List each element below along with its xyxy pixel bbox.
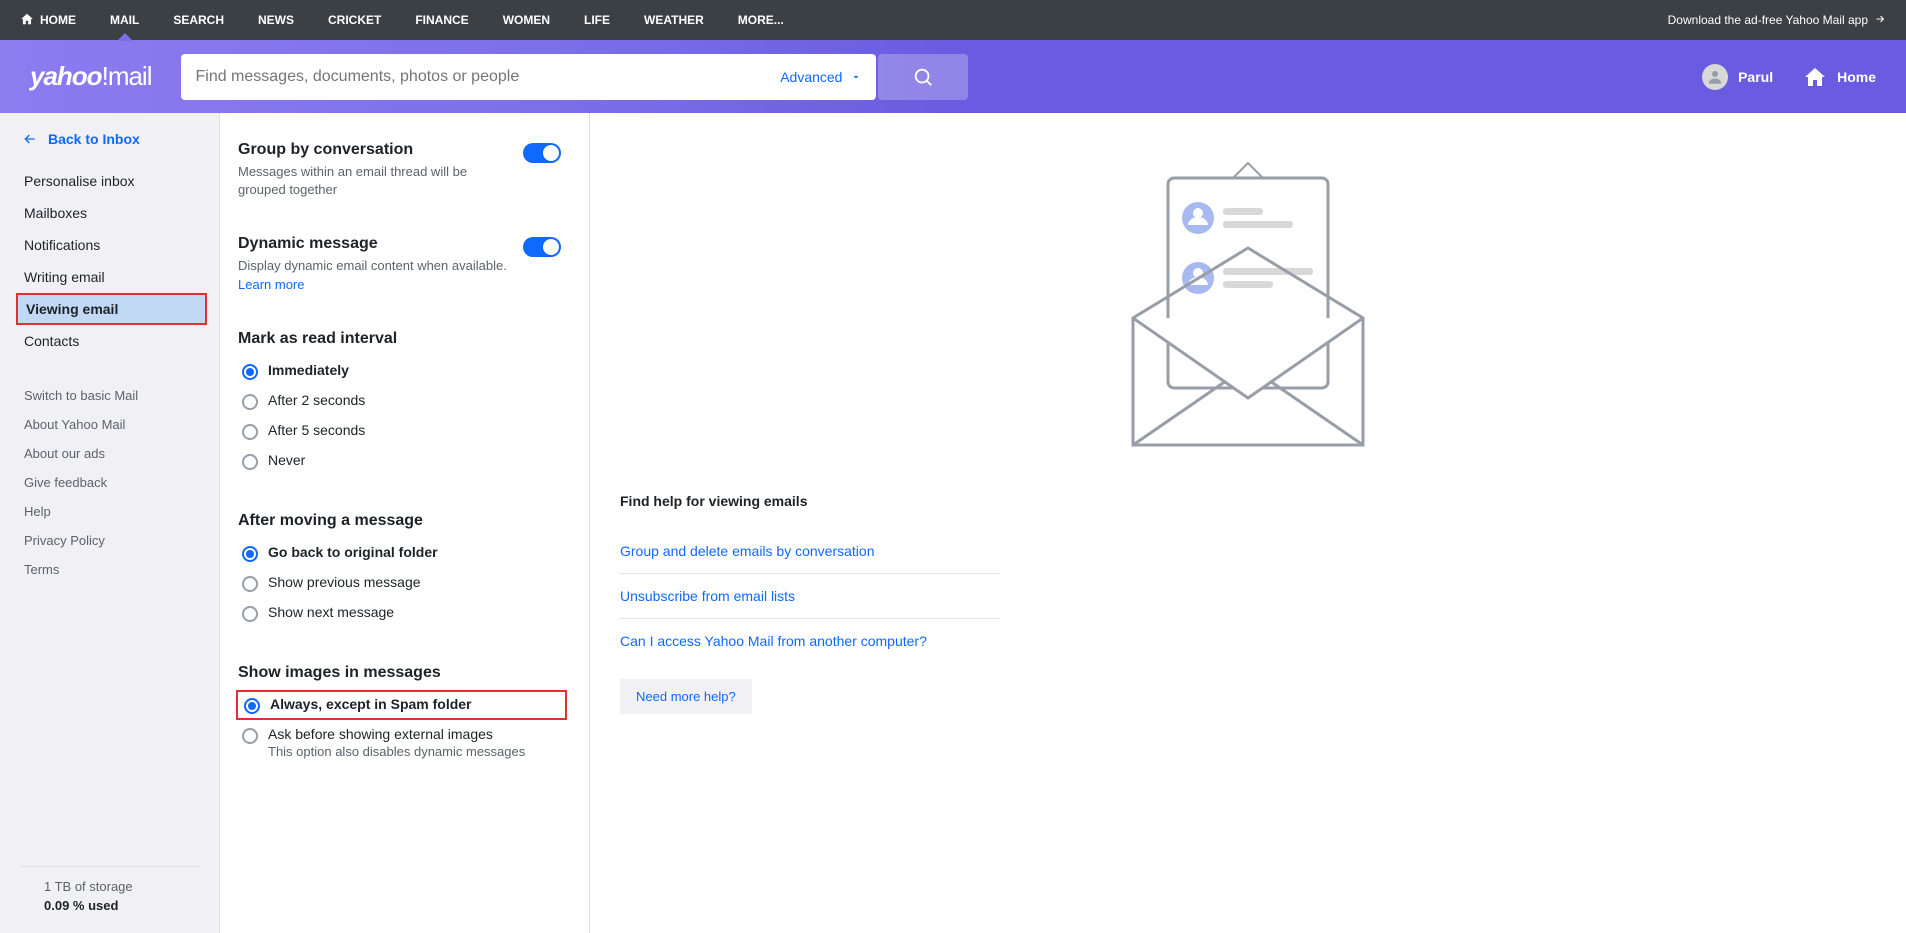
radio-icon: [242, 394, 258, 410]
sidebar-item-basic[interactable]: Switch to basic Mail: [0, 381, 219, 410]
sidebar-item-feedback[interactable]: Give feedback: [0, 468, 219, 497]
sidebar-item-about[interactable]: About Yahoo Mail: [0, 410, 219, 439]
group-by-conversation-title: Group by conversation: [238, 141, 513, 159]
back-to-inbox[interactable]: Back to Inbox: [0, 113, 219, 161]
moving-next-option[interactable]: Show next message: [238, 598, 561, 628]
sidebar-item-personalise[interactable]: Personalise inbox: [0, 165, 219, 197]
envelope-illustration: [620, 133, 1876, 493]
radio-icon: [242, 454, 258, 470]
sidebar-item-help[interactable]: Help: [0, 497, 219, 526]
read-immediately-option[interactable]: Immediately: [238, 356, 561, 386]
download-app-link[interactable]: Download the ad-free Yahoo Mail app: [1668, 13, 1886, 28]
sidebar-item-writing[interactable]: Writing email: [0, 261, 219, 293]
mark-as-read-title: Mark as read interval: [238, 330, 561, 348]
username-label: Parul: [1738, 69, 1773, 85]
settings-sidebar: Back to Inbox Personalise inbox Mailboxe…: [0, 113, 220, 933]
radio-icon: [242, 424, 258, 440]
search-box: Advanced: [181, 54, 876, 100]
chevron-down-icon: [850, 71, 862, 83]
nav-women[interactable]: WOMEN: [503, 0, 550, 40]
person-icon: [1706, 68, 1724, 86]
header: yahoo!mail Advanced Parul Home: [0, 40, 1906, 113]
sidebar-item-notifications[interactable]: Notifications: [0, 229, 219, 261]
home-icon: [1803, 65, 1827, 89]
nav-more[interactable]: MORE...: [738, 0, 784, 40]
group-by-conversation-desc: Messages within an email thread will be …: [238, 163, 513, 199]
storage-total: 1 TB of storage: [44, 879, 175, 894]
arrow-right-icon: [1874, 13, 1886, 28]
radio-icon: [242, 546, 258, 562]
radio-icon: [242, 728, 258, 744]
nav-news[interactable]: NEWS: [258, 0, 294, 40]
read-2s-option[interactable]: After 2 seconds: [238, 386, 561, 416]
help-link-access[interactable]: Can I access Yahoo Mail from another com…: [620, 619, 1000, 663]
storage-used: 0.09 % used: [44, 898, 175, 913]
radio-icon: [242, 576, 258, 592]
home-button[interactable]: Home: [1803, 65, 1876, 89]
show-images-title: Show images in messages: [238, 664, 561, 682]
logo[interactable]: yahoo!mail: [30, 61, 151, 92]
after-moving-title: After moving a message: [238, 512, 561, 530]
help-link-unsubscribe[interactable]: Unsubscribe from email lists: [620, 574, 1000, 619]
nav-weather[interactable]: WEATHER: [644, 0, 704, 40]
settings-panel: Group by conversation Messages within an…: [220, 113, 590, 933]
learn-more-link[interactable]: Learn more: [238, 277, 304, 292]
user-menu[interactable]: Parul: [1702, 64, 1773, 90]
radio-icon: [244, 698, 260, 714]
dynamic-message-toggle[interactable]: [523, 237, 561, 257]
advanced-search[interactable]: Advanced: [766, 69, 876, 85]
images-always-option[interactable]: Always, except in Spam folder: [236, 690, 567, 720]
sidebar-item-mailboxes[interactable]: Mailboxes: [0, 197, 219, 229]
radio-icon: [242, 364, 258, 380]
help-link-group[interactable]: Group and delete emails by conversation: [620, 529, 1000, 574]
help-panel: Find help for viewing emails Group and d…: [590, 113, 1906, 933]
search-input[interactable]: [181, 54, 766, 100]
dynamic-message-desc: Display dynamic email content when avail…: [238, 257, 513, 293]
nav-cricket[interactable]: CRICKET: [328, 0, 381, 40]
read-5s-option[interactable]: After 5 seconds: [238, 416, 561, 446]
nav-search[interactable]: SEARCH: [173, 0, 224, 40]
sidebar-item-contacts[interactable]: Contacts: [0, 325, 219, 357]
search-button[interactable]: [878, 54, 968, 100]
radio-icon: [242, 606, 258, 622]
read-never-option[interactable]: Never: [238, 446, 561, 476]
avatar: [1702, 64, 1728, 90]
nav-home-label: HOME: [40, 13, 76, 27]
nav-life[interactable]: LIFE: [584, 0, 610, 40]
sidebar-item-terms[interactable]: Terms: [0, 555, 219, 584]
home-label: Home: [1837, 69, 1876, 85]
top-nav: HOME MAIL SEARCH NEWS CRICKET FINANCE WO…: [0, 0, 1906, 40]
home-icon: [20, 12, 34, 29]
sidebar-item-viewing[interactable]: Viewing email: [16, 293, 207, 325]
storage-meter: 1 TB of storage 0.09 % used: [20, 866, 199, 933]
moving-goback-option[interactable]: Go back to original folder: [238, 538, 561, 568]
sidebar-item-privacy[interactable]: Privacy Policy: [0, 526, 219, 555]
sidebar-item-ads[interactable]: About our ads: [0, 439, 219, 468]
search-icon: [912, 66, 934, 88]
group-by-conversation-toggle[interactable]: [523, 143, 561, 163]
help-title: Find help for viewing emails: [620, 493, 1000, 509]
arrow-left-icon: [22, 131, 38, 147]
nav-mail[interactable]: MAIL: [110, 0, 139, 40]
nav-finance[interactable]: FINANCE: [415, 0, 468, 40]
nav-home[interactable]: HOME: [20, 0, 76, 40]
images-ask-option[interactable]: Ask before showing external imagesThis o…: [238, 720, 561, 765]
moving-prev-option[interactable]: Show previous message: [238, 568, 561, 598]
more-help-button[interactable]: Need more help?: [620, 679, 752, 714]
dynamic-message-title: Dynamic message: [238, 235, 513, 253]
